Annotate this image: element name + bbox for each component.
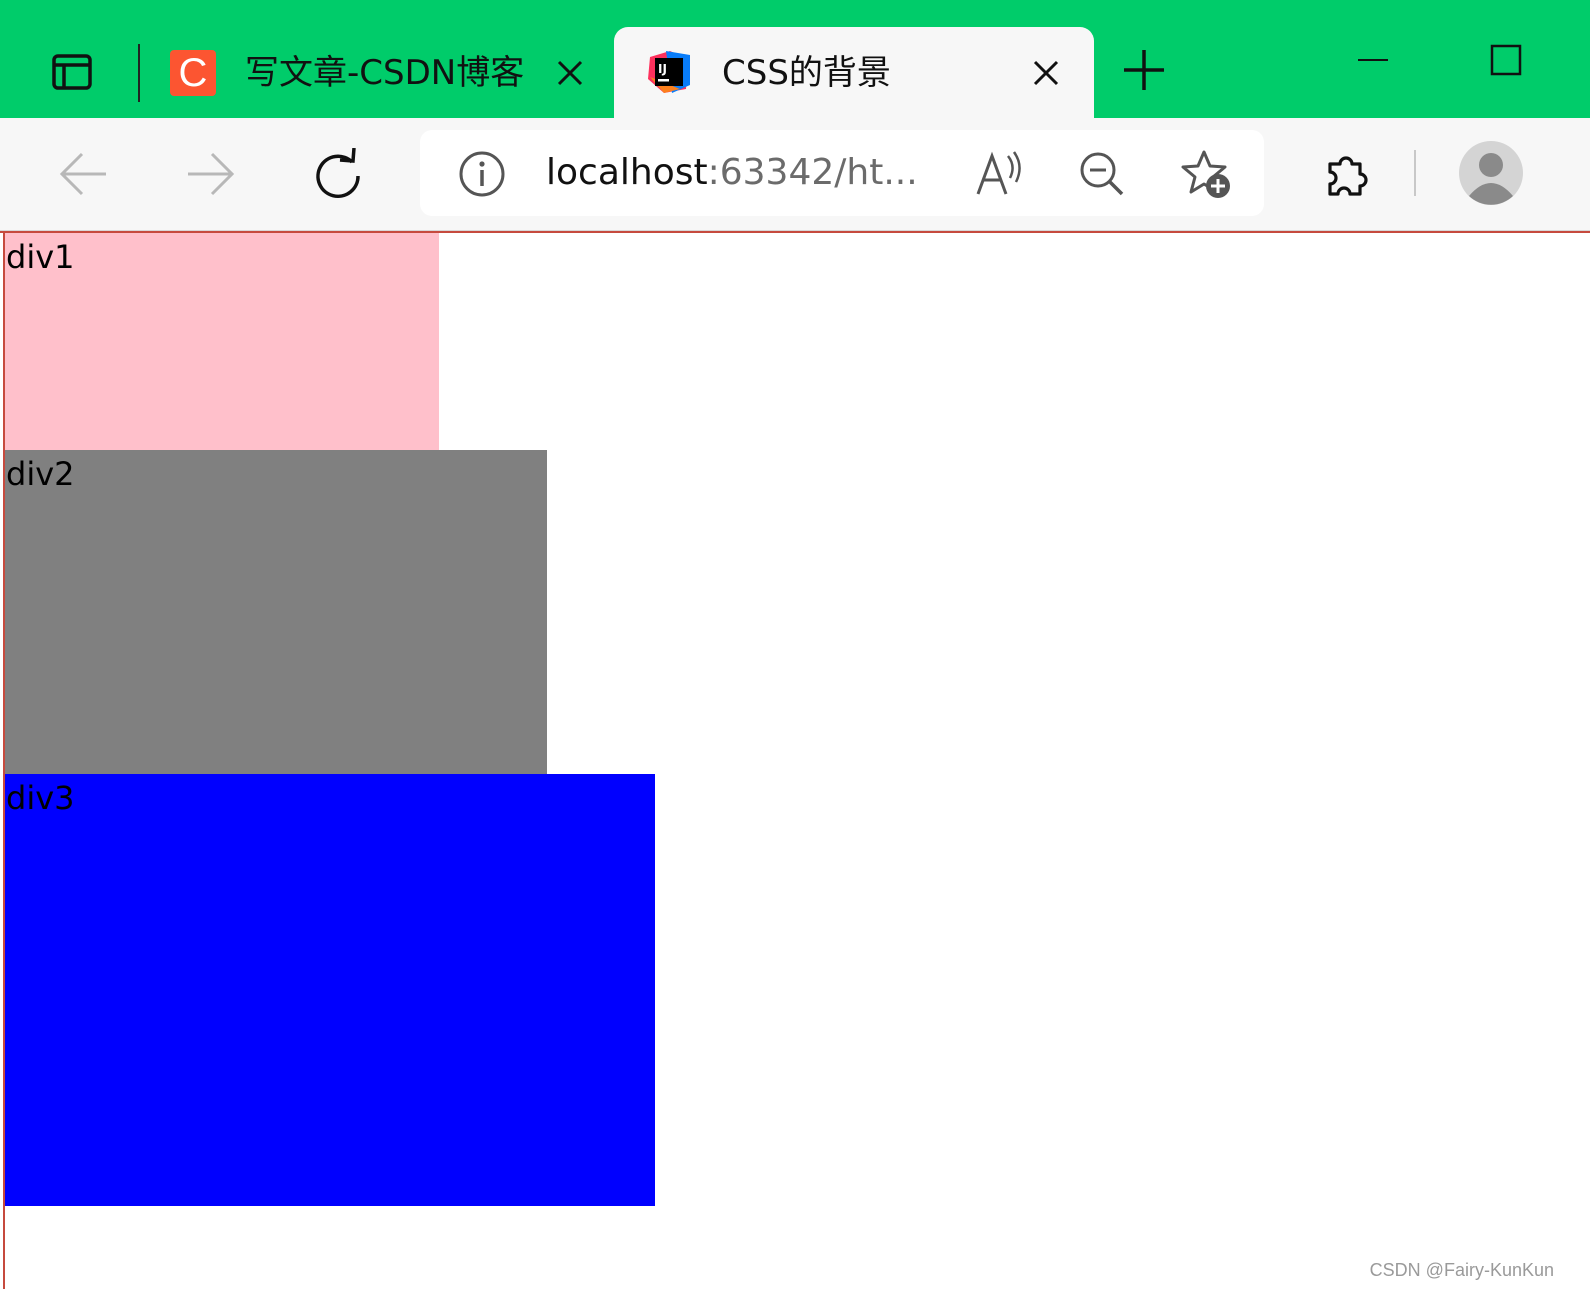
svg-text:IJ: IJ [658, 62, 667, 76]
tab-actions-icon [52, 54, 92, 90]
csdn-icon: C [170, 50, 216, 96]
browser-window: C 写文章-CSDN博客 IJ CSS的背景 localhost:63342/h… [0, 0, 1590, 1289]
tab-actions-button[interactable] [40, 40, 104, 104]
info-icon[interactable] [456, 148, 508, 200]
div1-box: div1 [5, 233, 439, 451]
refresh-icon [316, 148, 360, 198]
extensions-button[interactable] [1318, 146, 1374, 202]
tab-csdn[interactable]: C 写文章-CSDN博客 [150, 27, 610, 118]
intellij-icon: IJ [648, 51, 690, 93]
watermark: CSDN @Fairy-KunKun [1369, 1260, 1554, 1280]
back-icon [59, 152, 106, 196]
extensions-icon [1328, 156, 1368, 196]
url-host: localhost [546, 152, 708, 193]
new-tab-button[interactable] [1116, 42, 1172, 98]
tab-strip-divider [138, 44, 140, 102]
div3-label: div3 [6, 779, 75, 817]
add-favorite-icon[interactable] [1180, 148, 1232, 200]
close-icon [557, 60, 583, 86]
minimize-icon[interactable] [1354, 40, 1394, 80]
profile-icon[interactable] [1458, 140, 1524, 206]
plus-icon [1124, 50, 1164, 90]
forward-icon [188, 152, 235, 196]
div1-label: div1 [6, 238, 75, 276]
tab-title: CSS的背景 [722, 53, 891, 93]
div3-box: div3 [5, 774, 655, 1206]
navigation-toolbar: localhost:63342/ht... [0, 118, 1590, 231]
close-icon [1033, 60, 1059, 86]
tab-strip: C 写文章-CSDN博客 IJ CSS的背景 [0, 0, 1590, 118]
url-text[interactable]: localhost:63342/ht... [546, 144, 918, 202]
close-tab-button[interactable] [1028, 55, 1064, 91]
div2-box: div2 [5, 450, 547, 774]
read-aloud-icon[interactable] [974, 148, 1026, 200]
toolbar-divider [1414, 150, 1416, 196]
address-bar[interactable]: localhost:63342/ht... [420, 130, 1264, 216]
page-viewport: div1 div2 div3 CSDN @Fairy-KunKun [0, 231, 1590, 1289]
forward-button[interactable] [182, 146, 238, 202]
div2-label: div2 [6, 455, 75, 493]
maximize-icon[interactable] [1486, 40, 1526, 80]
refresh-button[interactable] [310, 146, 366, 202]
zoom-out-icon[interactable] [1076, 148, 1128, 200]
close-tab-button[interactable] [552, 55, 588, 91]
tab-css-background[interactable]: IJ CSS的背景 [614, 27, 1094, 118]
back-button[interactable] [56, 146, 112, 202]
tab-title: 写文章-CSDN博客 [245, 53, 525, 93]
url-path: :63342/ht... [707, 152, 918, 193]
